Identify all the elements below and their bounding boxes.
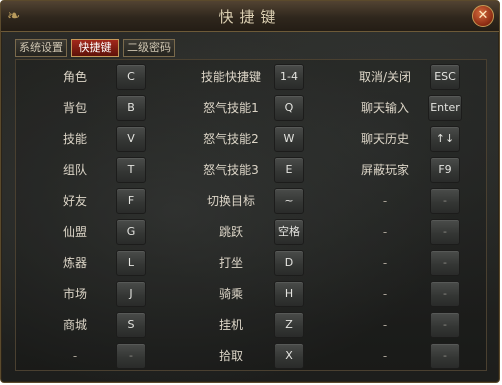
key-binding-button[interactable]: -: [430, 219, 460, 245]
key-binding-button[interactable]: J: [116, 281, 146, 307]
key-binding-button[interactable]: -: [430, 188, 460, 214]
key-binding-button[interactable]: Enter: [428, 95, 462, 121]
tab-system-settings[interactable]: 系统设置: [15, 39, 67, 57]
shortcut-label: 屏蔽玩家: [360, 163, 409, 177]
key-binding-button[interactable]: F9: [430, 157, 460, 183]
shortcut-label: 技能快捷键: [200, 70, 261, 84]
shortcut-label: 好友: [62, 194, 87, 208]
key-binding-button[interactable]: H: [274, 281, 304, 307]
shortcut-label: 背包: [62, 101, 87, 115]
key-binding-button[interactable]: L: [116, 250, 146, 276]
key-binding-button[interactable]: ↑↓: [430, 126, 460, 152]
key-binding-button[interactable]: -: [430, 250, 460, 276]
shortcut-label: -: [382, 349, 388, 363]
shortcut-label: -: [72, 349, 78, 363]
close-icon[interactable]: ✕: [472, 5, 494, 27]
window-title: 快捷键: [218, 8, 282, 26]
shortcut-label: 怒气技能1: [203, 101, 259, 115]
shortcut-label: 聊天历史: [360, 132, 409, 146]
key-binding-button[interactable]: -: [116, 343, 146, 369]
key-binding-button[interactable]: -: [430, 343, 460, 369]
tab-shortcuts[interactable]: 快捷键: [71, 39, 119, 57]
key-binding-button[interactable]: ~: [274, 188, 304, 214]
shortcut-label: 跳跃: [218, 225, 243, 239]
shortcut-label: 切换目标: [206, 194, 255, 208]
shortcut-label: 商城: [62, 318, 87, 332]
shortcut-label: 怒气技能3: [203, 163, 259, 177]
key-binding-button[interactable]: Z: [274, 312, 304, 338]
shortcut-label: 打坐: [218, 256, 243, 270]
key-binding-button[interactable]: G: [116, 219, 146, 245]
key-binding-button[interactable]: F: [116, 188, 146, 214]
key-binding-button[interactable]: C: [116, 64, 146, 90]
key-binding-button[interactable]: -: [430, 281, 460, 307]
shortcut-label: 角色: [62, 70, 87, 84]
key-binding-button[interactable]: E: [274, 157, 304, 183]
title-bar[interactable]: ❧ 快捷键 ✕: [1, 1, 499, 32]
shortcut-label: 组队: [62, 163, 87, 177]
key-binding-button[interactable]: 1-4: [274, 64, 304, 90]
key-binding-button[interactable]: T: [116, 157, 146, 183]
shortcut-label: 市场: [62, 287, 87, 301]
shortcut-label: -: [382, 287, 388, 301]
key-binding-button[interactable]: X: [274, 343, 304, 369]
shortcut-label: 取消/关闭: [358, 70, 412, 84]
shortcut-label: 技能: [62, 132, 87, 146]
shortcut-label: 拾取: [218, 349, 243, 363]
shortcut-settings-window: ❧ 快捷键 ✕ 系统设置 快捷键 二级密码 角色 C 背包 B 技能 V 组队 T 好友 F 仙盟 G…: [0, 0, 500, 383]
shortcut-label: -: [382, 194, 388, 208]
shortcut-label: 炼器: [62, 256, 87, 270]
key-binding-button[interactable]: S: [116, 312, 146, 338]
key-binding-button[interactable]: W: [274, 126, 304, 152]
shortcut-label: 挂机: [218, 318, 243, 332]
key-binding-button[interactable]: ESC: [430, 64, 460, 90]
tab-secondary-password[interactable]: 二级密码: [123, 39, 175, 57]
key-binding-button[interactable]: -: [430, 312, 460, 338]
key-binding-button[interactable]: D: [274, 250, 304, 276]
shortcut-label: 怒气技能2: [203, 132, 259, 146]
shortcut-label: -: [382, 225, 388, 239]
shortcut-label: 骑乘: [218, 287, 243, 301]
shortcut-label: -: [382, 256, 388, 270]
key-binding-button[interactable]: B: [116, 95, 146, 121]
shortcut-label: -: [382, 318, 388, 332]
key-binding-button[interactable]: Q: [274, 95, 304, 121]
shortcut-list: 角色 C 背包 B 技能 V 组队 T 好友 F 仙盟 G 炼器 L 市场 J 商城 S - - 技能快捷键 1-4 怒气技…: [15, 59, 487, 371]
key-binding-button[interactable]: V: [116, 126, 146, 152]
key-binding-button[interactable]: 空格: [274, 219, 304, 245]
shortcut-label: 聊天输入: [360, 101, 409, 115]
shortcut-label: 仙盟: [62, 225, 87, 239]
